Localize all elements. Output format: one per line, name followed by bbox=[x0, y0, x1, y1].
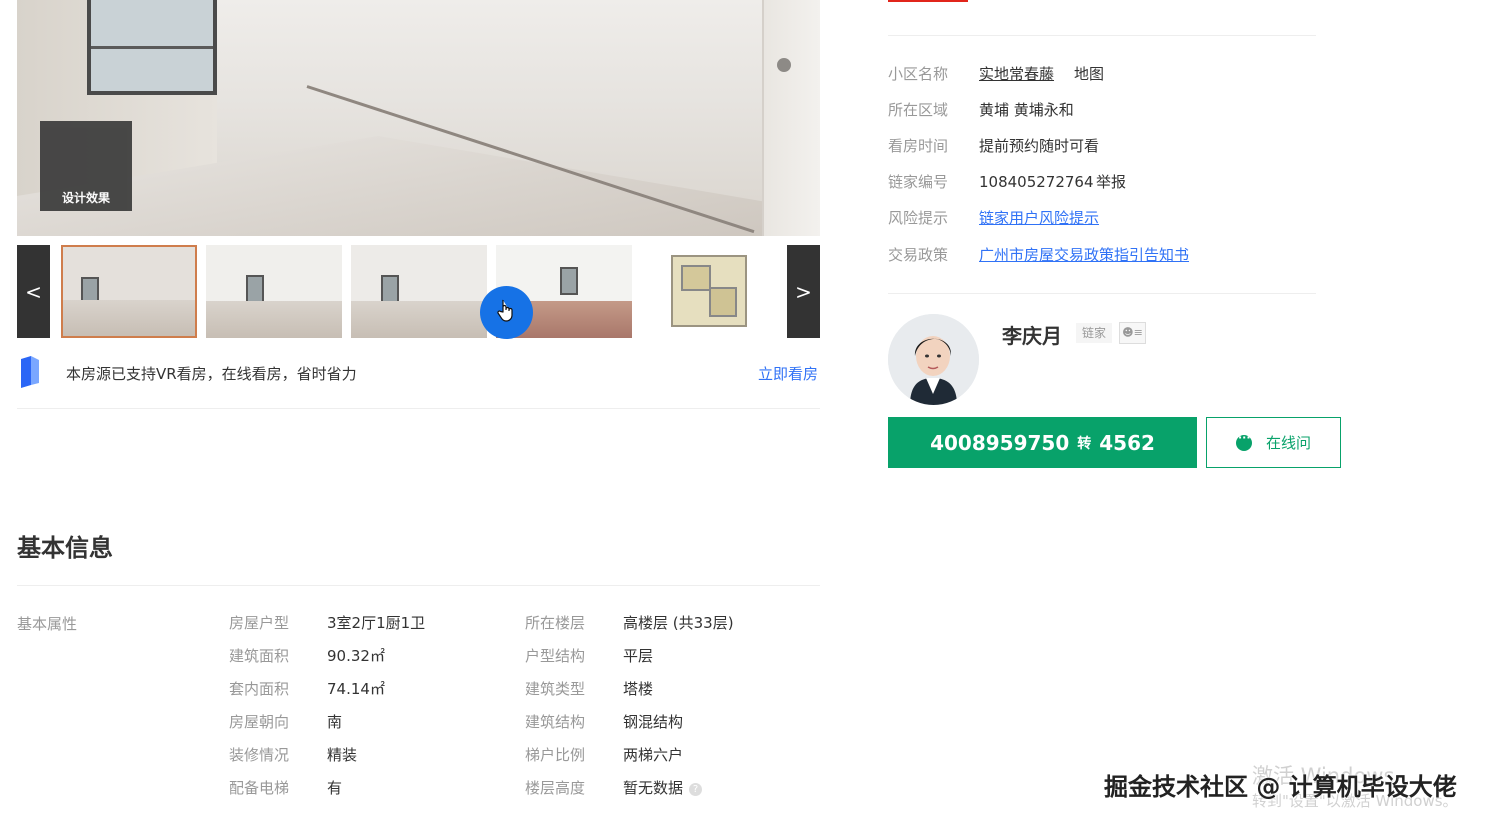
row-label: 交易政策 bbox=[888, 246, 949, 264]
chat-bubble-icon bbox=[1235, 431, 1252, 451]
thumbnail-floorplan[interactable] bbox=[641, 245, 777, 338]
row-label: 风险提示 bbox=[888, 209, 949, 227]
row-label: 小区名称 bbox=[888, 65, 949, 83]
community-link[interactable]: 实地常春藤 bbox=[979, 64, 1054, 84]
divider bbox=[17, 585, 820, 586]
attr-label: 户型结构 bbox=[525, 647, 586, 665]
design-effect-badge[interactable]: 设计效果 bbox=[40, 121, 132, 211]
attr-label: 配备电梯 bbox=[229, 779, 290, 797]
agent-portrait bbox=[888, 314, 979, 405]
design-effect-label: 设计效果 bbox=[61, 191, 110, 205]
attr-label: 套内面积 bbox=[229, 680, 290, 698]
divider bbox=[888, 293, 1316, 294]
risk-link[interactable]: 链家用户风险提示 bbox=[979, 208, 1099, 228]
agent-avatar[interactable] bbox=[888, 314, 979, 405]
attr-value: 塔楼 bbox=[623, 680, 654, 698]
map-link[interactable]: 地图 bbox=[1074, 64, 1104, 84]
attr-label: 房屋户型 bbox=[229, 614, 290, 632]
attr-value: 平层 bbox=[623, 647, 654, 665]
thumbnail-2[interactable] bbox=[206, 245, 342, 338]
attr-value: 精装 bbox=[327, 746, 358, 764]
attr-label: 楼层高度 bbox=[525, 779, 586, 797]
attr-label: 建筑结构 bbox=[525, 713, 586, 731]
thumbnail-next-button[interactable]: > bbox=[787, 245, 820, 338]
thumbnail-floor bbox=[351, 300, 487, 338]
thumbnail-window bbox=[246, 275, 264, 303]
thumbnail-1[interactable] bbox=[61, 245, 197, 338]
hand-pointer-icon bbox=[497, 299, 513, 322]
row-label: 看房时间 bbox=[888, 137, 949, 155]
agent-name[interactable]: 李庆月 bbox=[1002, 320, 1062, 349]
business-card-icon[interactable]: ☻≡ bbox=[1119, 322, 1146, 344]
phone-number: 4008959750 bbox=[930, 430, 1070, 455]
policy-link[interactable]: 广州市房屋交易政策指引告知书 bbox=[979, 245, 1189, 265]
divider bbox=[888, 35, 1316, 36]
listing-code-value: 108405272764 bbox=[979, 173, 1094, 191]
row-label: 所在区域 bbox=[888, 101, 949, 119]
viewing-time-value: 提前预约随时可看 bbox=[979, 137, 1100, 155]
attr-value: 南 bbox=[327, 713, 343, 731]
phone-button[interactable]: 4008959750 转 4562 bbox=[888, 417, 1197, 468]
help-icon[interactable]: ? bbox=[689, 783, 703, 796]
attr-value: 74.14㎡ bbox=[327, 680, 385, 698]
mouse-cursor-highlight bbox=[480, 286, 533, 339]
attr-label: 梯户比例 bbox=[525, 746, 586, 764]
phone-separator: 转 bbox=[1077, 435, 1092, 452]
attr-value: 90.32㎡ bbox=[327, 647, 385, 665]
thumbnail-window bbox=[381, 275, 399, 303]
attr-label: 建筑面积 bbox=[229, 647, 290, 665]
attr-label: 装修情况 bbox=[229, 746, 290, 764]
basic-attributes-label: 基本属性 bbox=[17, 615, 78, 633]
thumbnail-floor bbox=[63, 300, 195, 336]
photo-window bbox=[87, 0, 217, 95]
attr-label: 建筑类型 bbox=[525, 680, 586, 698]
attr-value: 有 bbox=[327, 779, 343, 797]
online-chat-button[interactable]: 在线问 bbox=[1206, 417, 1341, 468]
row-label: 链家编号 bbox=[888, 173, 949, 191]
juejin-watermark: 掘金技术社区 @ 计算机毕设大佬 bbox=[1104, 773, 1457, 801]
attr-value: 暂无数据? bbox=[623, 778, 703, 798]
vr-notice: 本房源已支持VR看房，在线看房，省时省力 bbox=[66, 365, 357, 383]
attr-value: 两梯六户 bbox=[623, 746, 684, 764]
photo-door bbox=[762, 0, 820, 236]
divider bbox=[17, 408, 820, 409]
online-chat-label: 在线问 bbox=[1265, 434, 1311, 452]
phone-extension: 4562 bbox=[1099, 430, 1155, 455]
district-value[interactable]: 黄埔 黄埔永和 bbox=[979, 100, 1074, 120]
attr-label: 房屋朝向 bbox=[229, 713, 290, 731]
vr-view-link[interactable]: 立即看房 bbox=[758, 363, 818, 384]
thumbnail-window bbox=[560, 267, 578, 295]
report-link[interactable]: 举报 bbox=[1096, 172, 1126, 192]
agent-brand-tag: 链家 bbox=[1076, 323, 1112, 343]
attr-value: 钢混结构 bbox=[623, 713, 684, 731]
vr-icon bbox=[21, 356, 39, 388]
section-title-basic-info: 基本信息 bbox=[17, 534, 113, 562]
thumbnail-prev-button[interactable]: < bbox=[17, 245, 50, 338]
photo-door-knob bbox=[777, 58, 791, 72]
attr-value: 高楼层 (共33层) bbox=[623, 614, 734, 632]
attr-value-text: 暂无数据 bbox=[623, 779, 684, 797]
tab-accent-bar bbox=[888, 0, 968, 2]
attr-label: 所在楼层 bbox=[525, 614, 586, 632]
main-photo[interactable] bbox=[17, 0, 820, 236]
thumbnail-floor bbox=[206, 300, 342, 338]
thumbnail-3[interactable] bbox=[351, 245, 487, 338]
floorplan-image bbox=[671, 255, 747, 327]
attr-value: 3室2厅1厨1卫 bbox=[327, 614, 426, 632]
